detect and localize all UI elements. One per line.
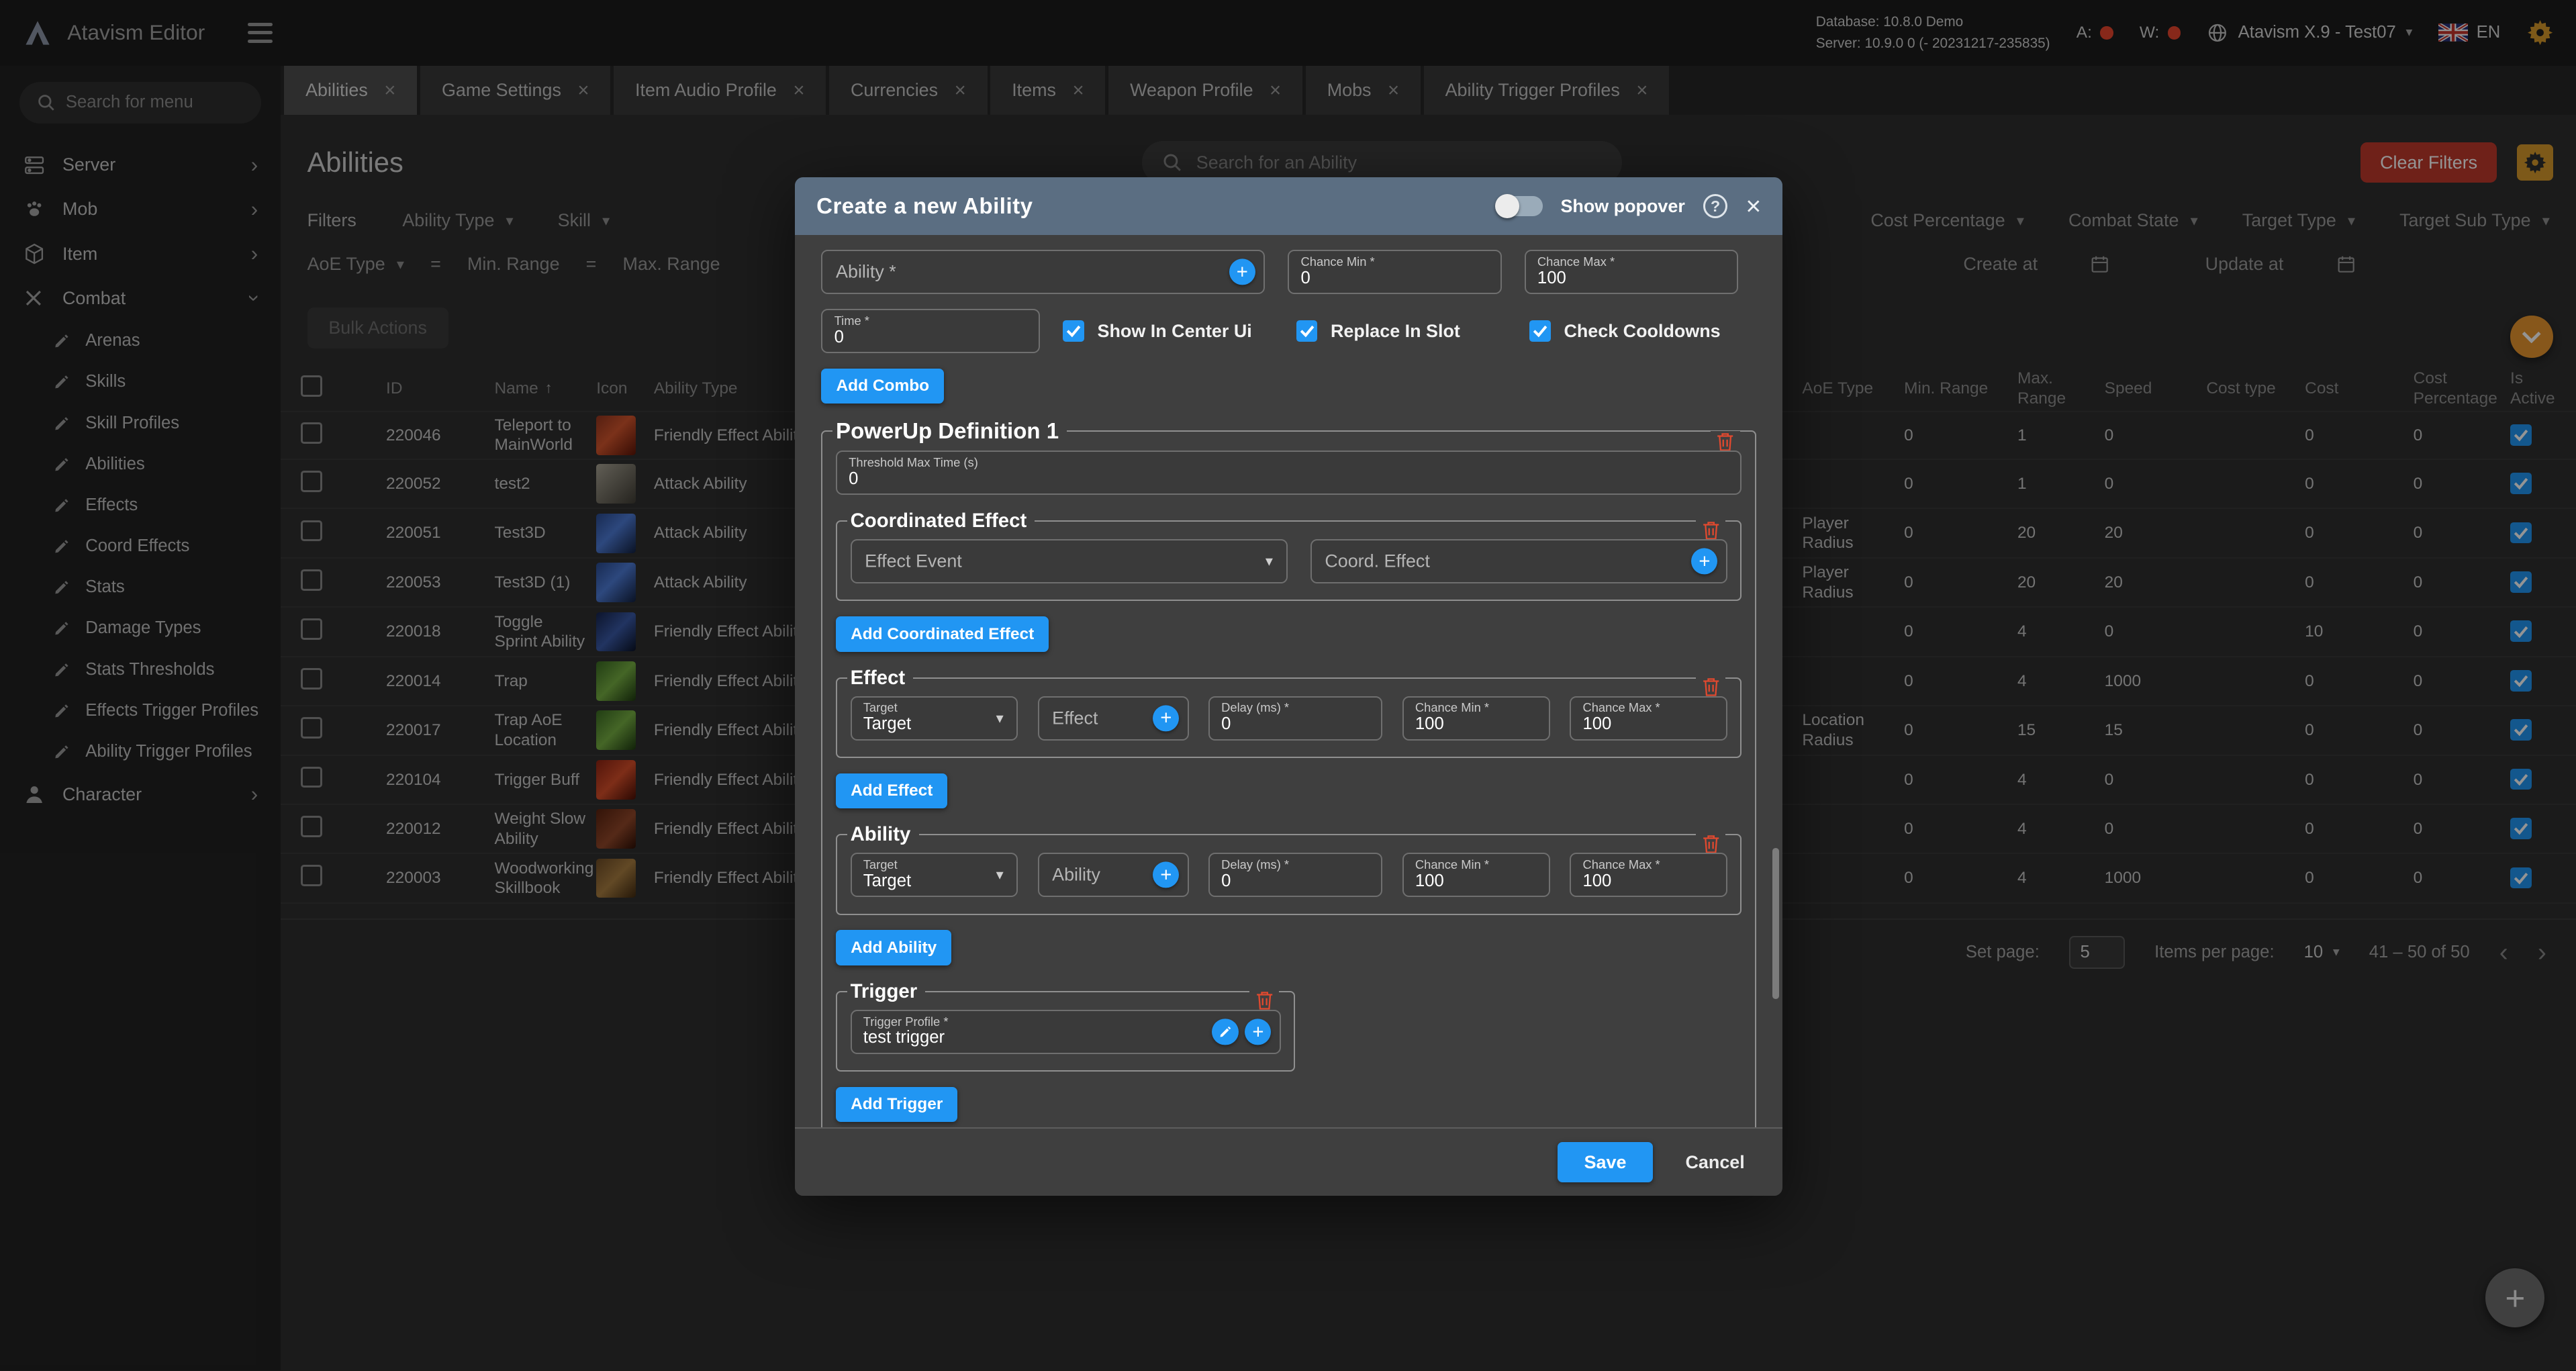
- effect-row: Target Target ▾ Effect + Delay (ms) * 0: [851, 696, 1727, 741]
- delete-effect-icon[interactable]: [1696, 676, 1725, 698]
- modal-body: Ability * + Chance Min * 0 Chance Max * …: [795, 235, 1782, 1127]
- checkbox-checked-icon: [1529, 320, 1551, 342]
- modal-header: Create a new Ability Show popover ? ×: [795, 177, 1782, 235]
- ability-row: Ability * + Chance Min * 0 Chance Max * …: [821, 250, 1756, 294]
- help-icon[interactable]: ?: [1703, 194, 1728, 219]
- chevron-down-icon: ▾: [996, 710, 1004, 727]
- chevron-down-icon: ▾: [996, 866, 1004, 884]
- add-effect-button[interactable]: Add Effect: [836, 773, 947, 808]
- ability-delay-field[interactable]: Delay (ms) * 0: [1208, 853, 1382, 897]
- coord-effect-field[interactable]: Coord. Effect +: [1310, 539, 1727, 583]
- delete-ability-icon[interactable]: [1696, 833, 1725, 855]
- add-coordinated-effect-button[interactable]: Add Coordinated Effect: [836, 616, 1049, 651]
- ability-title: Ability: [847, 823, 919, 846]
- save-button[interactable]: Save: [1558, 1142, 1652, 1182]
- time-row: Time * 0 Show In Center Ui Replace In Sl…: [821, 309, 1756, 353]
- threshold-max-time-field[interactable]: Threshold Max Time (s) 0: [836, 451, 1742, 495]
- chance-max-field[interactable]: Chance Max * 100: [1525, 250, 1738, 294]
- coordinated-effect-row: Effect Event ▾ Coord. Effect +: [851, 539, 1727, 583]
- cancel-button[interactable]: Cancel: [1672, 1142, 1758, 1182]
- chance-min-field[interactable]: Chance Min * 0: [1288, 250, 1501, 294]
- ability-row-inner: Target Target ▾ Ability + Delay (ms) * 0: [851, 853, 1727, 897]
- effect-chance-min-field[interactable]: Chance Min * 100: [1402, 696, 1550, 741]
- checkbox-checked-icon: [1063, 320, 1084, 342]
- effect-event-select[interactable]: Effect Event ▾: [851, 539, 1288, 583]
- add-icon[interactable]: +: [1153, 705, 1179, 731]
- ability-pick-field[interactable]: Ability +: [1038, 853, 1189, 897]
- show-popover-label: Show popover: [1560, 196, 1684, 217]
- delete-powerup-icon[interactable]: [1711, 431, 1740, 453]
- checkbox-show-in-center-ui[interactable]: Show In Center Ui: [1063, 320, 1273, 342]
- show-popover-toggle[interactable]: [1498, 196, 1542, 216]
- trigger-section: Trigger Trigger Profile * test trigger +: [836, 980, 1295, 1072]
- delete-trigger-icon[interactable]: [1249, 990, 1279, 1011]
- edit-icon[interactable]: [1212, 1019, 1238, 1045]
- effect-title: Effect: [847, 667, 914, 690]
- coordinated-effect-section: Coordinated Effect Effect Event ▾ Coord.…: [836, 510, 1742, 601]
- effect-chance-max-field[interactable]: Chance Max * 100: [1570, 696, 1727, 741]
- powerup-definition-title: PowerUp Definition 1: [832, 418, 1067, 444]
- ability-chance-max-field[interactable]: Chance Max * 100: [1570, 853, 1727, 897]
- add-icon[interactable]: +: [1245, 1019, 1271, 1045]
- ability-field[interactable]: Ability * +: [821, 250, 1265, 294]
- effect-target-select[interactable]: Target Target ▾: [851, 696, 1018, 741]
- add-icon[interactable]: +: [1229, 258, 1255, 285]
- trigger-profile-field[interactable]: Trigger Profile * test trigger +: [851, 1010, 1281, 1054]
- scrollbar-thumb[interactable]: [1772, 848, 1779, 999]
- modal-footer: Save Cancel: [795, 1127, 1782, 1196]
- ability-chance-min-field[interactable]: Chance Min * 100: [1402, 853, 1550, 897]
- trigger-title: Trigger: [847, 980, 926, 1003]
- ability-section: Ability Target Target ▾ Ability +: [836, 823, 1742, 914]
- checkbox-check-cooldowns[interactable]: Check Cooldowns: [1529, 320, 1739, 342]
- add-icon[interactable]: +: [1153, 862, 1179, 888]
- effect-delay-field[interactable]: Delay (ms) * 0: [1208, 696, 1382, 741]
- add-icon[interactable]: +: [1691, 548, 1717, 574]
- add-ability-button[interactable]: Add Ability: [836, 930, 951, 965]
- checkbox-checked-icon: [1296, 320, 1318, 342]
- app-root: Atavism Editor Database: 10.8.0 Demo Ser…: [0, 0, 2576, 1370]
- effect-section: Effect Target Target ▾ Effect +: [836, 667, 1742, 758]
- powerup-definition-section: PowerUp Definition 1 Threshold Max Time …: [821, 418, 1756, 1127]
- chevron-down-icon: ▾: [1266, 553, 1273, 570]
- create-ability-modal: Create a new Ability Show popover ? × Ab…: [795, 177, 1782, 1196]
- delete-coordinated-effect-icon[interactable]: [1696, 520, 1725, 541]
- close-icon[interactable]: ×: [1746, 193, 1761, 220]
- time-field[interactable]: Time * 0: [821, 309, 1039, 353]
- effect-field[interactable]: Effect +: [1038, 696, 1189, 741]
- modal-title: Create a new Ability: [816, 193, 1033, 219]
- add-trigger-button[interactable]: Add Trigger: [836, 1087, 957, 1122]
- toggle-knob: [1495, 194, 1520, 219]
- coordinated-effect-title: Coordinated Effect: [847, 510, 1035, 532]
- add-combo-button[interactable]: Add Combo: [821, 369, 944, 404]
- checkbox-replace-in-slot[interactable]: Replace In Slot: [1296, 320, 1507, 342]
- ability-target-select[interactable]: Target Target ▾: [851, 853, 1018, 897]
